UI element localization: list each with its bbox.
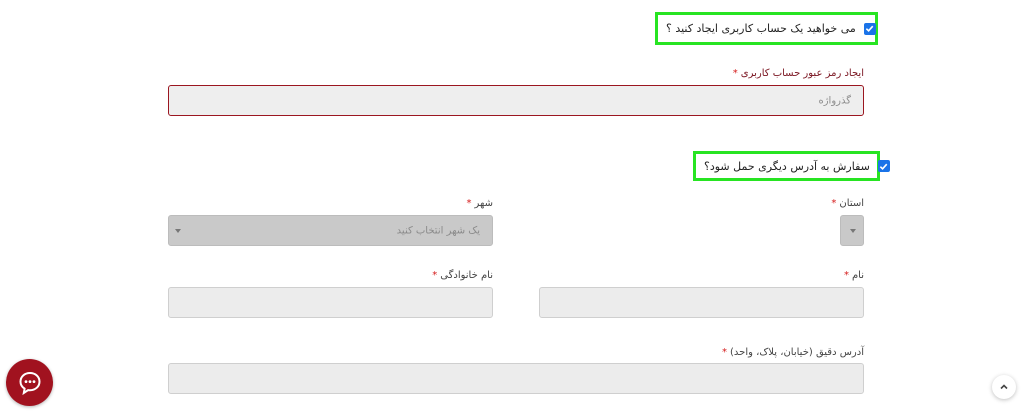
province-select[interactable] — [840, 215, 864, 246]
required-mark: * — [432, 270, 438, 281]
required-mark: * — [722, 347, 727, 358]
password-placeholder: گذرواژه — [818, 95, 851, 106]
chevron-up-icon — [1000, 384, 1008, 390]
province-label: استان* — [831, 198, 864, 209]
city-label: شهر* — [466, 198, 493, 209]
chat-button[interactable] — [6, 359, 53, 406]
required-mark: * — [466, 198, 472, 209]
create-account-label: می خواهید یک حساب کاربری ایجاد کنید ؟ — [666, 22, 856, 35]
city-placeholder: یک شهر انتخاب کنید — [396, 225, 480, 236]
password-label: ایجاد رمز عبور حساب کاربری* — [732, 68, 864, 79]
required-mark: * — [732, 68, 738, 79]
create-account-option[interactable]: می خواهید یک حساب کاربری ایجاد کنید ؟ — [655, 12, 878, 45]
password-input[interactable]: گذرواژه — [168, 85, 864, 116]
last-name-label: نام خانوادگی* — [432, 270, 493, 281]
chevron-down-icon — [850, 228, 856, 233]
ship-different-checkbox[interactable] — [877, 160, 890, 172]
first-name-input[interactable] — [539, 287, 864, 318]
ship-different-label: سفارش به آدرس دیگری حمل شود؟ — [704, 159, 870, 173]
scroll-top-button[interactable] — [992, 375, 1016, 399]
last-name-input[interactable] — [168, 287, 493, 318]
address-input[interactable] — [168, 363, 864, 394]
create-account-checkbox[interactable] — [863, 22, 876, 35]
first-name-label: نام* — [843, 270, 864, 281]
chat-bubble-icon — [18, 371, 41, 395]
required-mark: * — [843, 270, 849, 281]
address-label: آدرس دقیق (خیابان، پلاک، واحد)* — [722, 347, 864, 358]
required-mark: * — [831, 198, 837, 209]
chevron-down-icon — [175, 228, 181, 233]
ship-different-option[interactable]: سفارش به آدرس دیگری حمل شود؟ — [693, 151, 890, 181]
city-select[interactable]: یک شهر انتخاب کنید — [168, 215, 493, 246]
checkout-form: می خواهید یک حساب کاربری ایجاد کنید ؟ ای… — [0, 0, 1024, 416]
